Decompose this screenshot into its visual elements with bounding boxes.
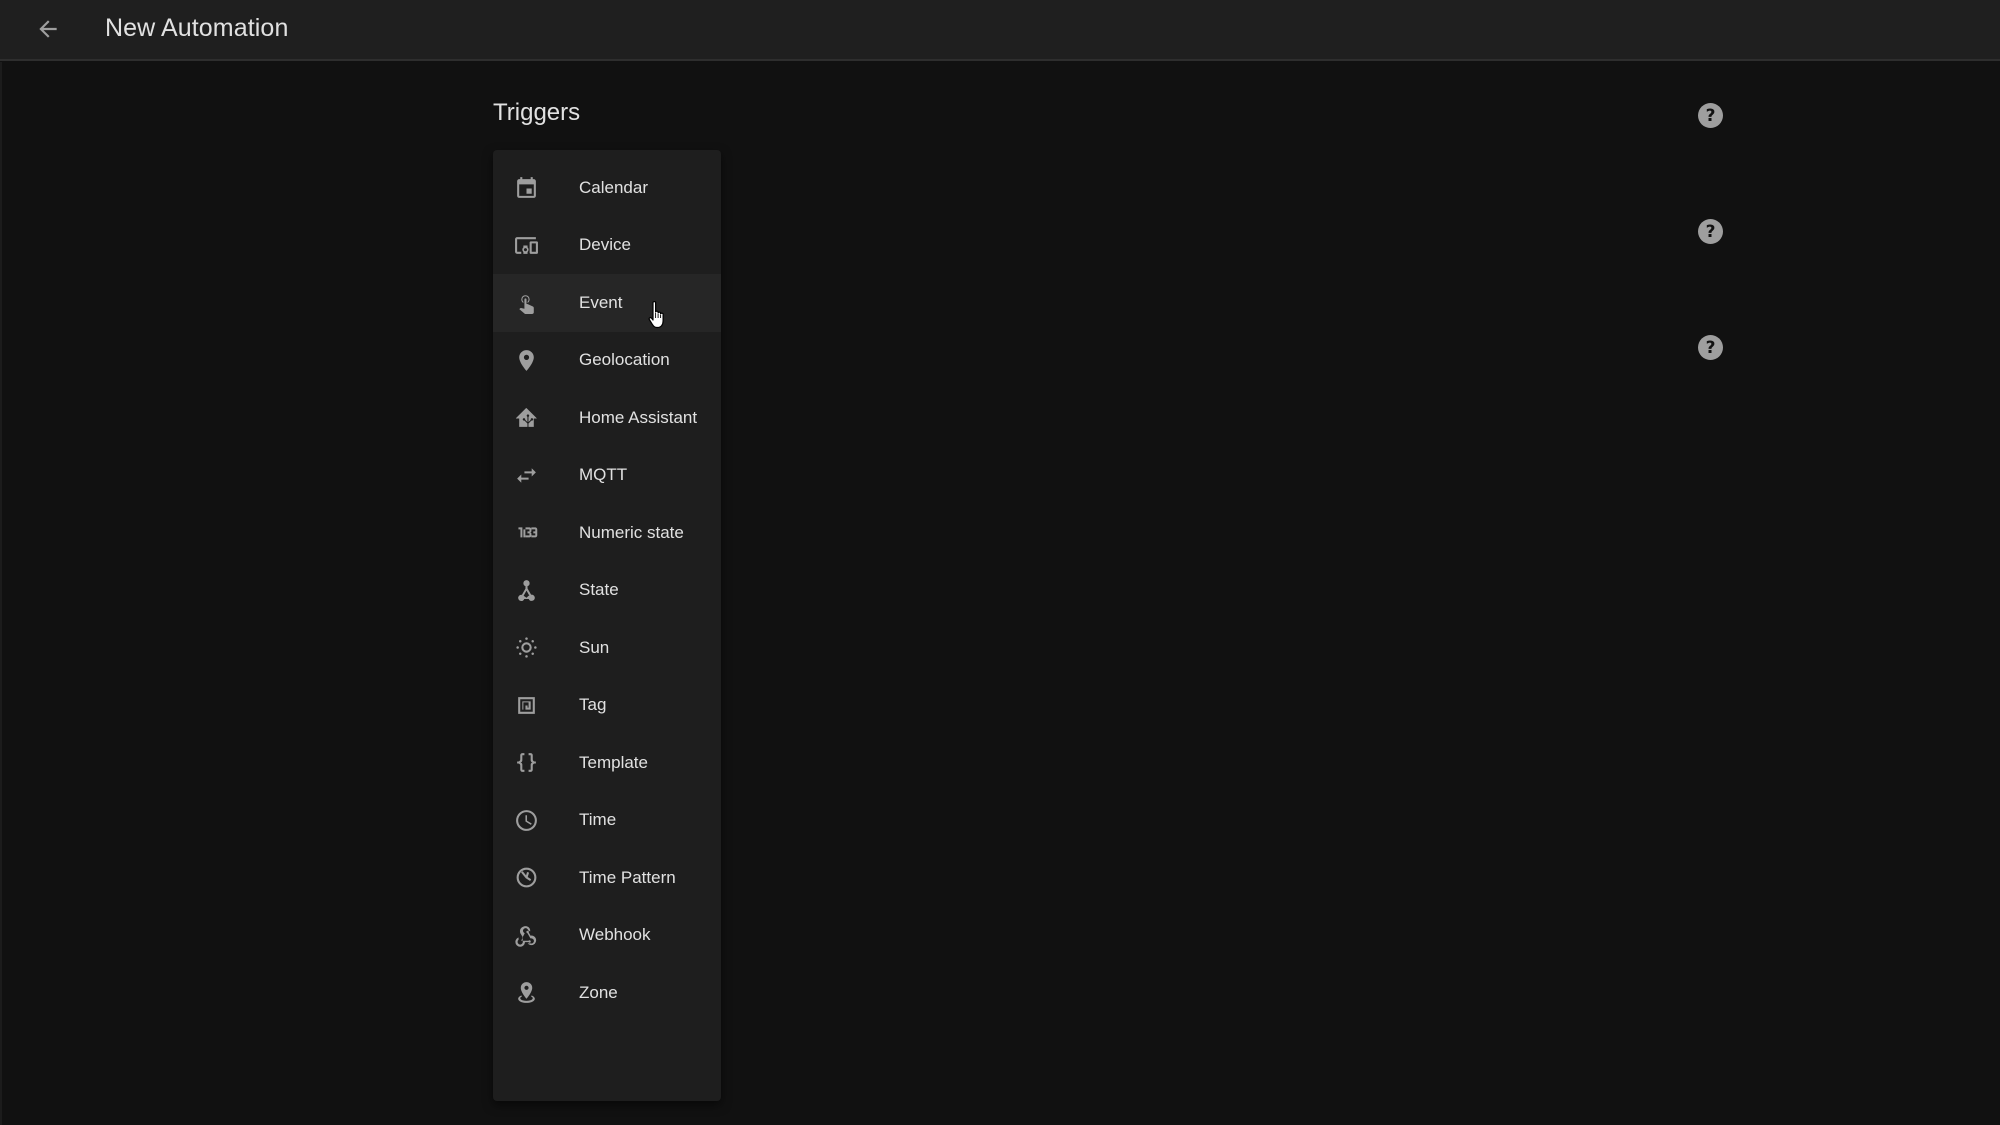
menu-item-label: Template	[579, 752, 648, 772]
app-header: New Automation	[0, 0, 2000, 61]
menu-item-calendar[interactable]: Calendar	[493, 159, 721, 217]
triggers-heading: Triggers	[493, 99, 581, 126]
menu-item-label: Device	[579, 235, 631, 255]
menu-item-label: State	[579, 580, 619, 600]
left-edge-divider	[0, 62, 2, 1125]
menu-item-event[interactable]: Event	[493, 274, 721, 332]
help-circle-icon: ?	[1705, 337, 1716, 358]
menu-item-label: Geolocation	[579, 350, 670, 370]
map-marker-radius-icon	[514, 980, 539, 1005]
swap-horizontal-icon	[514, 463, 539, 488]
clock-icon	[514, 808, 539, 833]
menu-item-label: Event	[579, 292, 623, 312]
code-braces-icon	[514, 750, 539, 775]
home-assistant-icon	[514, 405, 539, 430]
menu-item-time[interactable]: Time	[493, 792, 721, 850]
clock-pattern-icon	[514, 865, 539, 890]
menu-item-geolocation[interactable]: Geolocation	[493, 332, 721, 390]
menu-item-label: Time	[579, 810, 617, 830]
help-circle-icon: ?	[1705, 221, 1716, 242]
menu-item-numeric-state[interactable]: Numeric state	[493, 504, 721, 562]
menu-item-label: Calendar	[579, 177, 648, 197]
back-button[interactable]	[28, 9, 68, 49]
menu-item-template[interactable]: Template	[493, 734, 721, 792]
menu-item-label: Zone	[579, 982, 618, 1002]
gesture-tap-icon	[514, 290, 539, 315]
devices-icon	[514, 233, 539, 258]
menu-item-device[interactable]: Device	[493, 217, 721, 275]
trigger-type-menu: Calendar Device Event Geolocation Home A…	[493, 150, 721, 1101]
menu-item-time-pattern[interactable]: Time Pattern	[493, 849, 721, 907]
state-machine-icon	[514, 578, 539, 603]
menu-item-home-assistant[interactable]: Home Assistant	[493, 389, 721, 447]
menu-item-label: Sun	[579, 637, 610, 657]
menu-item-webhook[interactable]: Webhook	[493, 907, 721, 965]
numeric-icon	[514, 520, 539, 545]
menu-item-state[interactable]: State	[493, 562, 721, 620]
menu-item-sun[interactable]: Sun	[493, 619, 721, 677]
menu-item-label: Home Assistant	[579, 407, 698, 427]
menu-item-label: Webhook	[579, 925, 651, 945]
sun-icon	[514, 635, 539, 660]
help-circle-icon: ?	[1705, 105, 1716, 126]
help-button-conditions[interactable]: ?	[1698, 219, 1723, 244]
menu-item-label: MQTT	[579, 465, 628, 485]
help-button-actions[interactable]: ?	[1698, 335, 1723, 360]
calendar-icon	[514, 175, 539, 200]
menu-item-mqtt[interactable]: MQTT	[493, 447, 721, 505]
page-title: New Automation	[105, 14, 289, 42]
map-marker-icon	[514, 348, 539, 373]
help-button-triggers[interactable]: ?	[1698, 103, 1723, 128]
nfc-tag-icon	[514, 693, 539, 718]
menu-item-label: Tag	[579, 695, 607, 715]
menu-item-label: Time Pattern	[579, 867, 676, 887]
menu-item-label: Numeric state	[579, 522, 684, 542]
arrow-left-icon	[39, 20, 57, 38]
webhook-icon	[514, 923, 539, 948]
menu-item-tag[interactable]: Tag	[493, 677, 721, 735]
menu-item-zone[interactable]: Zone	[493, 964, 721, 1022]
